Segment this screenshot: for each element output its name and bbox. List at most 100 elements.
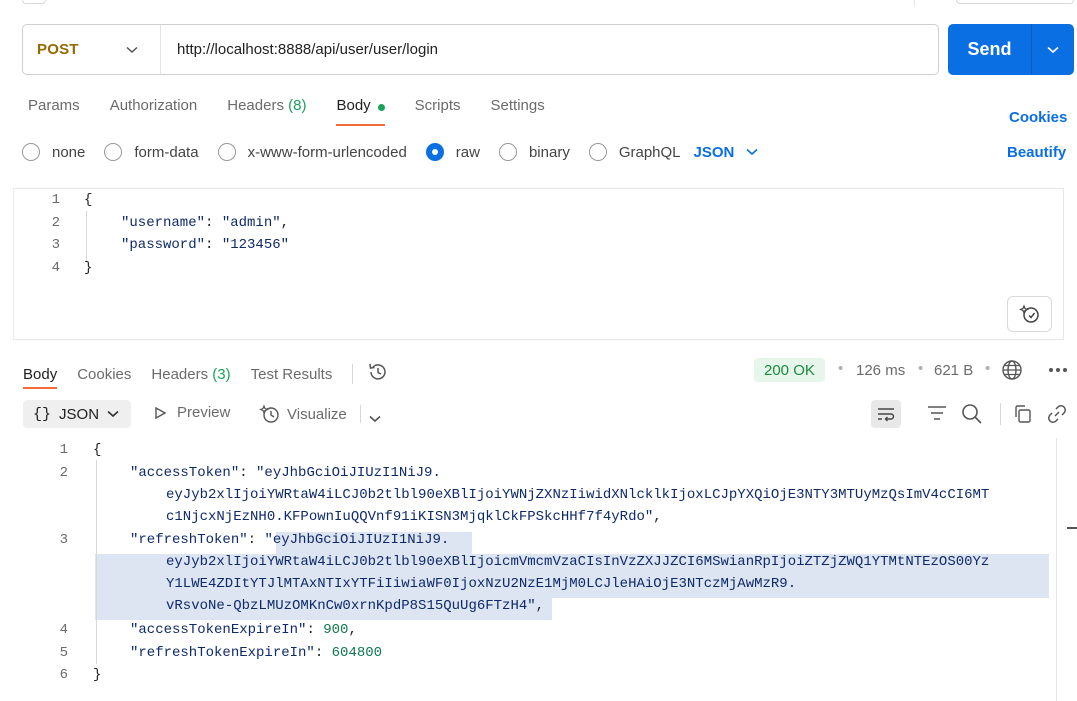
search-button[interactable] xyxy=(961,403,983,428)
preview-button[interactable]: Preview xyxy=(153,404,230,421)
status-badge[interactable]: 200 OK xyxy=(754,358,825,382)
code-line: } xyxy=(84,260,93,276)
code-line: { xyxy=(93,442,102,458)
send-options-button[interactable] xyxy=(1032,24,1074,75)
ai-assist-button[interactable] xyxy=(1007,296,1052,332)
send-button[interactable]: Send xyxy=(948,24,1074,75)
tab-response-headers[interactable]: Headers (3) xyxy=(151,359,230,389)
tab-settings[interactable]: Settings xyxy=(491,97,545,127)
radio-form-data[interactable]: form-data xyxy=(104,143,199,161)
line-number: 5 xyxy=(59,645,68,661)
method-label: POST xyxy=(37,41,79,58)
wrap-text-icon xyxy=(878,408,895,422)
search-icon xyxy=(962,404,982,424)
radio-binary[interactable]: binary xyxy=(498,143,570,161)
wrap-lines-button[interactable] xyxy=(871,400,901,428)
radio-icon xyxy=(217,143,236,161)
tab-test-results[interactable]: Test Results xyxy=(251,359,333,389)
filter-button[interactable] xyxy=(926,404,948,425)
divider xyxy=(914,0,915,6)
link-icon xyxy=(1048,405,1066,423)
code-line: Y1LWE4ZDItYTJlMTAxNTIxYTFiIiwiaWF0IjoxNz… xyxy=(166,576,797,592)
response-body-viewer[interactable]: 1 2 3 4 5 6 { "accessToken": "eyJhbGciOi… xyxy=(0,438,1077,701)
response-tabs: Body Cookies Headers (3) Test Results xyxy=(23,359,389,389)
link-button[interactable] xyxy=(1046,403,1068,428)
request-bar: POST xyxy=(22,24,939,75)
chevron-down-icon xyxy=(369,415,381,423)
filter-icon xyxy=(928,406,946,420)
line-number: 2 xyxy=(59,465,68,481)
code-line: eyJyb2xlIjoiYWRtaW4iLCJ0b2tlbl90eXBlIjoi… xyxy=(166,487,990,503)
chevron-down-icon xyxy=(746,148,758,156)
code-line: eyJyb2xlIjoiYWRtaW4iLCJ0b2tlbl90eXBlIjoi… xyxy=(166,554,990,570)
response-size[interactable]: 621 B xyxy=(934,362,973,379)
method-select[interactable]: POST xyxy=(23,25,161,74)
more-options-button[interactable] xyxy=(1047,360,1069,383)
code-line: "accessToken": "eyJhbGciOiJIUzI1NiJ9. xyxy=(130,465,441,481)
request-tabs: Params Authorization Headers (8) Body Sc… xyxy=(28,97,575,127)
braces-icon: {} xyxy=(33,405,52,423)
line-number: 1 xyxy=(51,192,60,208)
radio-raw[interactable]: raw xyxy=(425,143,480,161)
request-body-editor[interactable]: 1 2 3 4 { "username": "admin", "password… xyxy=(13,188,1064,340)
send-label: Send xyxy=(967,39,1012,59)
tab-authorization[interactable]: Authorization xyxy=(110,97,198,127)
modified-dot-icon xyxy=(377,104,385,111)
tab-scripts[interactable]: Scripts xyxy=(415,97,461,127)
language-select[interactable]: JSON xyxy=(694,144,759,161)
line-number: 4 xyxy=(51,260,60,276)
radio-urlencoded[interactable]: x-www-form-urlencoded xyxy=(217,143,407,161)
tab-params[interactable]: Params xyxy=(28,97,80,127)
history-icon xyxy=(369,363,387,380)
scroll-marker xyxy=(1067,527,1077,529)
code-line: "refreshToken": "eyJhbGciOiJIUzI1NiJ9. xyxy=(130,532,450,548)
chevron-down-icon xyxy=(1047,46,1059,53)
line-number: 1 xyxy=(59,442,68,458)
line-number: 4 xyxy=(59,622,68,638)
code-line: c1NjcxNjEzNH0.KFPownIuQQVnf91iKISN3Mjqkl… xyxy=(166,509,662,525)
response-format-select[interactable]: {} JSON xyxy=(23,400,131,428)
copy-button[interactable] xyxy=(1012,404,1034,427)
code-line: "accessTokenExpireIn": 900, xyxy=(130,622,357,638)
radio-none[interactable]: none xyxy=(22,143,85,161)
visualize-button[interactable]: Visualize xyxy=(259,403,347,425)
scrollbar-track[interactable] xyxy=(1056,438,1057,701)
visualize-icon xyxy=(259,404,279,423)
url-input[interactable] xyxy=(161,25,938,74)
code-line: "username": "admin", xyxy=(121,215,290,231)
chevron-down-icon xyxy=(126,46,138,53)
top-toolbar-button[interactable] xyxy=(22,0,46,4)
visualize-options-button[interactable] xyxy=(369,410,381,426)
radio-icon xyxy=(498,143,517,161)
headers-count: (3) xyxy=(212,365,231,383)
tab-body[interactable]: Body xyxy=(336,97,385,127)
headers-count: (8) xyxy=(288,97,307,114)
copy-icon xyxy=(1015,405,1031,423)
sparkle-icon xyxy=(1018,304,1039,323)
tab-response-cookies[interactable]: Cookies xyxy=(77,359,131,389)
chevron-down-icon xyxy=(107,410,119,418)
globe-icon xyxy=(1002,360,1022,380)
radio-selected-icon xyxy=(425,143,444,161)
code-line: } xyxy=(93,667,102,683)
history-button[interactable] xyxy=(367,361,389,387)
network-info-button[interactable] xyxy=(1001,359,1023,384)
code-line: { xyxy=(84,192,93,208)
code-line: "password": "123456" xyxy=(121,237,290,253)
radio-graphql[interactable]: GraphQL xyxy=(588,143,681,161)
line-number: 2 xyxy=(51,215,60,231)
code-line: "refreshTokenExpireIn": 604800 xyxy=(130,645,383,661)
body-type-selector: none form-data x-www-form-urlencoded raw… xyxy=(22,143,758,161)
tab-headers[interactable]: Headers (8) xyxy=(227,97,306,127)
code-line: vRsvoNe-QbzLMUzOMKnCw0xrnKpdP8S15QuUg6FT… xyxy=(166,598,545,614)
response-time[interactable]: 126 ms xyxy=(856,362,905,379)
radio-icon xyxy=(588,143,607,161)
top-toolbar-control[interactable] xyxy=(956,0,1074,4)
cookies-link[interactable]: Cookies xyxy=(1009,109,1067,126)
radio-icon xyxy=(104,143,123,161)
beautify-link[interactable]: Beautify xyxy=(1007,144,1066,161)
more-horizontal-icon xyxy=(1049,368,1067,372)
line-number: 3 xyxy=(51,237,60,253)
tab-response-body[interactable]: Body xyxy=(23,359,58,389)
play-icon xyxy=(155,406,167,419)
